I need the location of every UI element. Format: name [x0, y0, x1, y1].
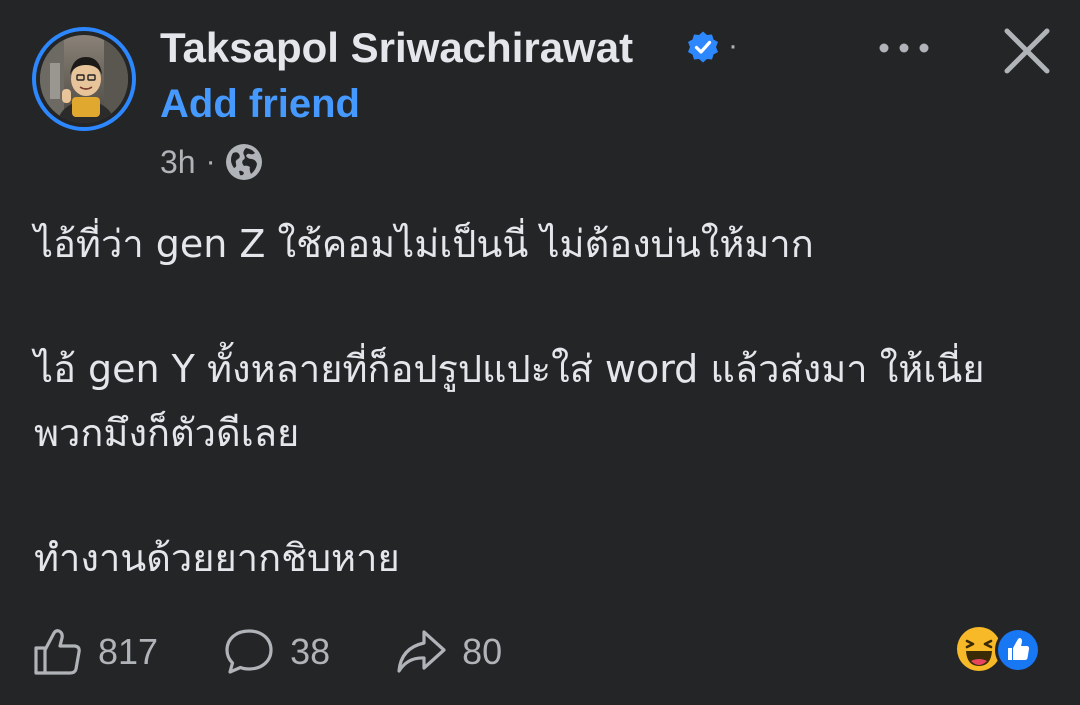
post-actions: 817 38 80 [32, 620, 566, 684]
share-icon [397, 630, 446, 673]
post-timestamp[interactable]: 3h [160, 144, 196, 181]
avatar-story-ring[interactable] [32, 27, 136, 131]
like-button[interactable]: 817 [32, 626, 158, 678]
globe-icon[interactable] [224, 142, 264, 182]
name-separator-dot: · [728, 29, 738, 62]
reaction-summary[interactable] [956, 626, 1048, 674]
comment-icon [225, 629, 273, 674]
comment-count: 38 [290, 631, 331, 672]
add-friend-link[interactable]: Add friend [160, 79, 360, 129]
thumbs-up-icon [34, 629, 81, 675]
like-reaction-icon [995, 627, 1041, 673]
meta-separator-dot: · [205, 145, 216, 178]
post-card: Taksapol Sriwachirawat · Add friend 3h ·… [0, 0, 1080, 705]
post-text: ไอ้ที่ว่า gen Z ใช้คอมไม่เป็นนี่ ไม่ต้อง… [34, 212, 1054, 651]
post-paragraph: ไอ้ที่ว่า gen Z ใช้คอมไม่เป็นนี่ ไม่ต้อง… [34, 222, 814, 266]
more-options-button[interactable] [872, 28, 936, 68]
close-icon[interactable] [1000, 24, 1054, 78]
share-count: 80 [462, 631, 503, 672]
avatar[interactable] [40, 35, 128, 123]
verified-badge-icon [688, 31, 718, 63]
share-button[interactable]: 80 [394, 626, 502, 678]
author-name[interactable]: Taksapol Sriwachirawat [160, 22, 633, 74]
post-paragraph: ไอ้ gen Y ทั้งหลายที่ก็อปรูปแปะใส่ word … [34, 347, 985, 455]
comment-button[interactable]: 38 [222, 626, 330, 678]
post-meta: 3h · [160, 140, 264, 184]
like-count: 817 [98, 631, 159, 672]
post-paragraph: ทำงานด้วยยากชิบหาย [34, 536, 400, 580]
